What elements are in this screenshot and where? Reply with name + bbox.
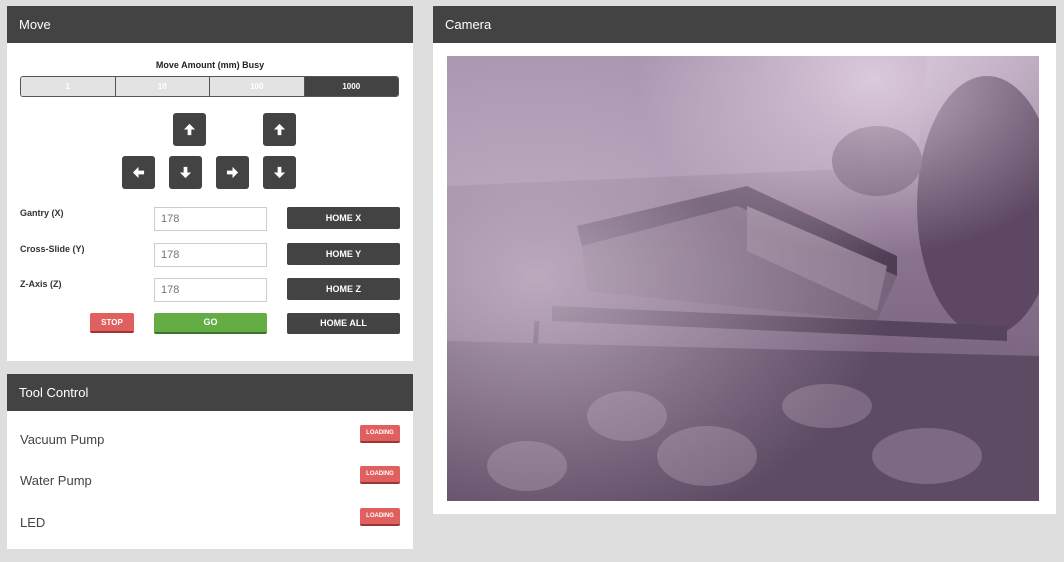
move-x-right-button[interactable]	[216, 156, 249, 189]
move-panel: Move Move Amount (mm) Busy 1 10 100 1000…	[7, 6, 413, 361]
arrow-down-icon	[273, 166, 286, 179]
home-x-button[interactable]: HOME X	[287, 207, 400, 229]
gantry-x-label: Gantry (X)	[20, 208, 64, 218]
arrow-up-icon	[183, 123, 196, 136]
z-axis-input[interactable]	[154, 278, 267, 302]
move-amount-1000[interactable]: 1000	[304, 77, 398, 96]
arrow-up-icon	[273, 123, 286, 136]
move-y-up-button[interactable]	[173, 113, 206, 146]
led-label: LED	[20, 515, 46, 530]
move-amount-100[interactable]: 100	[210, 77, 305, 96]
home-all-button[interactable]: HOME ALL	[287, 313, 400, 334]
camera-title: Camera	[433, 6, 1056, 43]
stop-button[interactable]: STOP	[90, 313, 134, 333]
arrow-left-icon	[132, 166, 145, 179]
move-amount-10[interactable]: 10	[115, 77, 210, 96]
led-toggle[interactable]: LOADING	[360, 508, 400, 526]
move-amount-1[interactable]: 1	[21, 77, 116, 96]
move-amount-title: Move Amount (mm) Busy	[155, 60, 265, 70]
tool-control-title: Tool Control	[7, 374, 413, 411]
cross-slide-y-input[interactable]	[154, 243, 267, 267]
camera-image	[447, 56, 1039, 501]
move-panel-title: Move	[7, 6, 413, 43]
go-button[interactable]: GO	[154, 313, 267, 334]
arrow-right-icon	[226, 166, 239, 179]
vacuum-pump-toggle[interactable]: LOADING	[360, 425, 400, 443]
tool-control-panel: Tool Control Vacuum Pump LOADING Water P…	[7, 374, 413, 549]
move-z-down-button[interactable]	[263, 156, 296, 189]
camera-panel: Camera	[433, 6, 1056, 514]
gantry-x-input[interactable]	[154, 207, 267, 231]
move-y-down-button[interactable]	[169, 156, 202, 189]
camera-feed	[447, 56, 1039, 501]
move-x-left-button[interactable]	[122, 156, 155, 189]
home-z-button[interactable]: HOME Z	[287, 278, 400, 300]
water-pump-label: Water Pump	[20, 473, 92, 488]
arrow-down-icon	[179, 166, 192, 179]
water-pump-toggle[interactable]: LOADING	[360, 466, 400, 484]
move-z-up-button[interactable]	[263, 113, 296, 146]
home-y-button[interactable]: HOME Y	[287, 243, 400, 265]
vacuum-pump-label: Vacuum Pump	[20, 432, 105, 447]
z-axis-label: Z-Axis (Z)	[20, 279, 62, 289]
cross-slide-y-label: Cross-Slide (Y)	[20, 244, 85, 254]
move-amount-selector: 1 10 100 1000	[20, 76, 399, 97]
